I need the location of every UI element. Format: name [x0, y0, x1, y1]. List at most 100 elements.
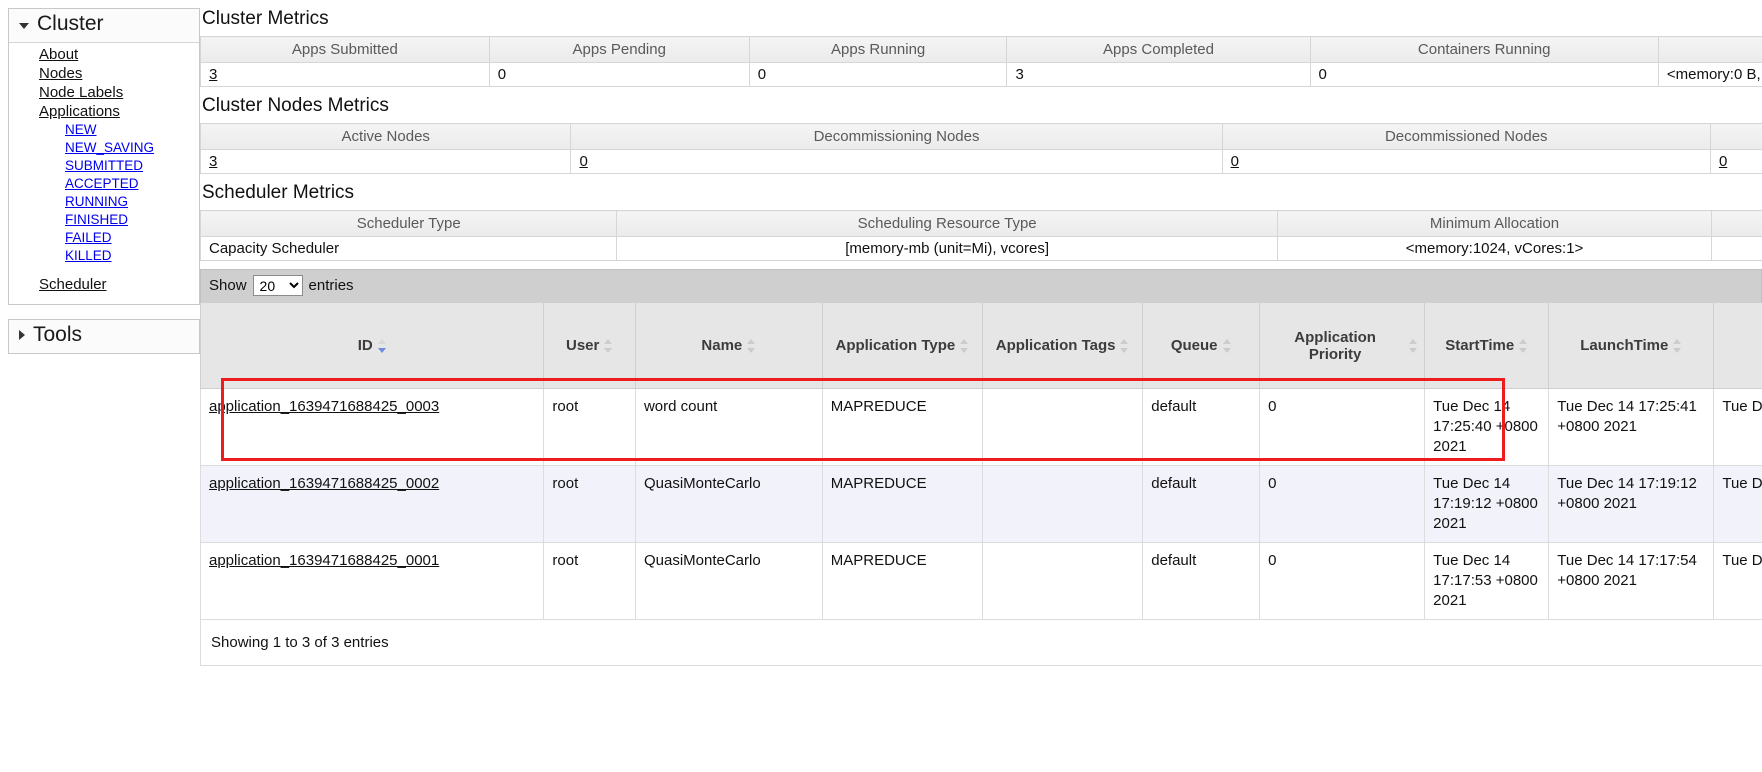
sidebar-link-killed[interactable]: KILLED	[65, 248, 112, 263]
sidebar-link-applications[interactable]: Applications	[39, 103, 120, 120]
decommissioning-nodes-value[interactable]: 0	[579, 153, 587, 170]
cell-application-priority: 0	[1260, 466, 1425, 543]
sidebar-link-failed[interactable]: FAILED	[65, 230, 112, 245]
sidebar-cluster-list: About Nodes Node Labels Applications NEW…	[9, 43, 199, 304]
cell-name: word count	[635, 389, 822, 466]
sidebar-item-state-new[interactable]: NEW	[9, 121, 199, 139]
col-header-queue[interactable]: Queue	[1143, 303, 1260, 389]
col-header-application-type[interactable]: Application Type	[822, 303, 982, 389]
decommissioned-nodes-value[interactable]: 0	[1231, 153, 1239, 170]
sidebar-tools-header[interactable]: Tools	[9, 320, 199, 353]
sidebar-item-state-killed[interactable]: KILLED	[9, 247, 199, 265]
cell-application-type: MAPREDUCE	[822, 466, 982, 543]
col-header-name[interactable]: Name	[635, 303, 822, 389]
td-decommissioned-nodes: 0	[1222, 150, 1710, 174]
col-header-application-tags-label: Application Tags	[996, 337, 1116, 354]
col-header-starttime[interactable]: StartTime	[1425, 303, 1549, 389]
sort-indicator-icon	[1223, 339, 1232, 353]
col-header-user[interactable]: User	[544, 303, 636, 389]
sidebar-item-node-labels[interactable]: Node Labels	[9, 83, 199, 102]
cluster-nodes-metrics-table: Active Nodes Decommissioning Nodes Decom…	[200, 123, 1762, 174]
col-header-application-type-label: Application Type	[835, 337, 955, 354]
sidebar-link-finished[interactable]: FINISHED	[65, 212, 128, 227]
th-containers-running: Containers Running	[1310, 37, 1658, 63]
application-id-link[interactable]: application_1639471688425_0001	[209, 552, 439, 569]
active-nodes-value[interactable]: 3	[209, 153, 217, 170]
col-header-application-priority-label: Application Priority	[1294, 329, 1376, 363]
sidebar-link-nodes[interactable]: Nodes	[39, 65, 82, 82]
cell-id: application_1639471688425_0003	[201, 389, 544, 466]
th-decommissioned-nodes: Decommissioned Nodes	[1222, 124, 1710, 150]
col-header-application-priority[interactable]: Application Priority	[1260, 303, 1425, 389]
application-id-link[interactable]: application_1639471688425_0003	[209, 398, 439, 415]
table-row[interactable]: application_1639471688425_0002 root Quas…	[201, 466, 1762, 543]
td-containers-running: 0	[1310, 63, 1658, 87]
col-header-finishtime[interactable]: FinishTime	[1714, 303, 1762, 389]
caret-down-icon	[19, 23, 29, 29]
cluster-metrics-header-row: Apps Submitted Apps Pending Apps Running…	[201, 37, 1762, 63]
cell-user: root	[544, 466, 636, 543]
scheduler-metrics-header-row: Scheduler Type Scheduling Resource Type …	[201, 211, 1762, 237]
cell-starttime: Tue Dec 14 17:19:12 +0800 2021	[1425, 466, 1549, 543]
col-header-queue-label: Queue	[1171, 337, 1218, 354]
sidebar-item-state-finished[interactable]: FINISHED	[9, 211, 199, 229]
cell-starttime: Tue Dec 14 17:17:53 +0800 2021	[1425, 543, 1549, 620]
sidebar-link-about[interactable]: About	[39, 46, 78, 63]
td-apps-completed: 3	[1007, 63, 1310, 87]
sidebar-item-state-running[interactable]: RUNNING	[9, 193, 199, 211]
sidebar-tools-title: Tools	[33, 323, 82, 347]
sidebar-link-node-labels[interactable]: Node Labels	[39, 84, 123, 101]
sidebar-item-state-submitted[interactable]: SUBMITTED	[9, 157, 199, 175]
sidebar-link-new-saving[interactable]: NEW_SAVING	[65, 140, 154, 155]
sidebar-link-accepted[interactable]: ACCEPTED	[65, 176, 139, 191]
cell-name: QuasiMonteCarlo	[635, 543, 822, 620]
cell-launchtime: Tue Dec 14 17:25:41 +0800 2021	[1549, 389, 1714, 466]
datatable-info: Showing 1 to 3 of 3 entries	[200, 620, 1762, 666]
cluster-metrics-title: Cluster Metrics	[202, 8, 1762, 30]
col-header-application-tags[interactable]: Application Tags	[982, 303, 1142, 389]
sort-indicator-icon	[960, 339, 969, 353]
table-row[interactable]: application_1639471688425_0001 root Quas…	[201, 543, 1762, 620]
sidebar-cluster-header[interactable]: Cluster	[9, 9, 199, 43]
col-header-id-label: ID	[358, 337, 373, 354]
th-lost-nodes: Lost Nodes	[1710, 124, 1762, 150]
applications-datatable: Show 20 40 60 80 100 entries	[200, 269, 1762, 666]
td-active-nodes: 3	[201, 150, 571, 174]
sort-indicator-icon	[1519, 339, 1528, 353]
sidebar-cluster-block: Cluster About Nodes Node Labels Applicat…	[8, 8, 200, 305]
sidebar-item-nodes[interactable]: Nodes	[9, 64, 199, 83]
cell-starttime: Tue Dec 14 17:25:40 +0800 2021	[1425, 389, 1549, 466]
col-header-launchtime[interactable]: LaunchTime	[1549, 303, 1714, 389]
scheduler-metrics-table: Scheduler Type Scheduling Resource Type …	[200, 210, 1762, 261]
sidebar-spacer	[9, 265, 199, 275]
sidebar-item-state-failed[interactable]: FAILED	[9, 229, 199, 247]
th-apps-completed: Apps Completed	[1007, 37, 1310, 63]
lost-nodes-value[interactable]: 0	[1719, 153, 1727, 170]
td-apps-running: 0	[749, 63, 1007, 87]
applications-table: ID User	[200, 302, 1762, 620]
sidebar-item-state-accepted[interactable]: ACCEPTED	[9, 175, 199, 193]
sidebar-link-submitted[interactable]: SUBMITTED	[65, 158, 143, 173]
sidebar-link-running[interactable]: RUNNING	[65, 194, 128, 209]
cell-application-type: MAPREDUCE	[822, 389, 982, 466]
page-size-select[interactable]: 20 40 60 80 100	[253, 275, 303, 296]
sidebar-item-applications[interactable]: Applications	[9, 102, 199, 121]
th-apps-submitted: Apps Submitted	[201, 37, 490, 63]
sidebar-item-scheduler[interactable]: Scheduler	[9, 275, 199, 294]
sidebar-link-scheduler[interactable]: Scheduler	[39, 276, 107, 293]
td-scheduling-resource-type: [memory-mb (unit=Mi), vcores]	[617, 237, 1277, 261]
apps-submitted-value[interactable]: 3	[209, 66, 217, 83]
sidebar-tools-block: Tools	[8, 319, 200, 354]
sort-indicator-icon	[1120, 339, 1129, 353]
table-row[interactable]: application_1639471688425_0003 root word…	[201, 389, 1762, 466]
col-header-name-label: Name	[701, 337, 742, 354]
cell-application-priority: 0	[1260, 543, 1425, 620]
td-lost-nodes: 0	[1710, 150, 1762, 174]
sidebar-link-new[interactable]: NEW	[65, 122, 97, 137]
sidebar-item-state-new-saving[interactable]: NEW_SAVING	[9, 139, 199, 157]
th-apps-pending: Apps Pending	[489, 37, 749, 63]
sidebar-item-about[interactable]: About	[9, 45, 199, 64]
col-header-id[interactable]: ID	[201, 303, 544, 389]
applications-header-row: ID User	[201, 303, 1762, 389]
application-id-link[interactable]: application_1639471688425_0002	[209, 475, 439, 492]
